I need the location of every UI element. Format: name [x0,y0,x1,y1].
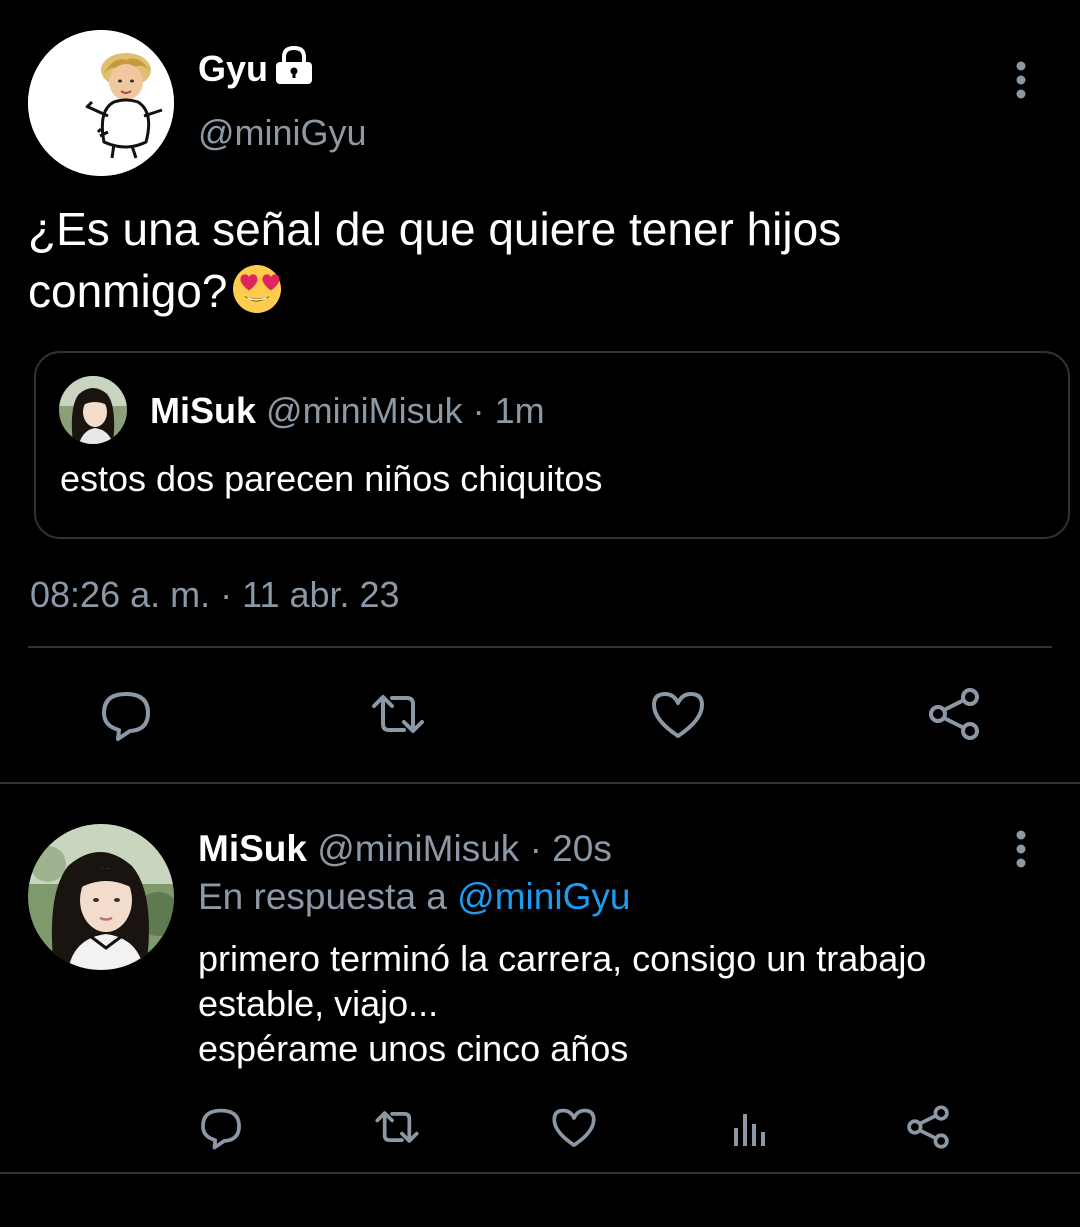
tweet-text-content: ¿Es una señal de que quiere tener hijos … [28,203,842,317]
lock-icon [272,45,316,85]
reply-text: primero terminó la carrera, consigo un t… [198,936,1058,1071]
divider [28,646,1052,648]
quoted-text: estos dos parecen niños chiquitos [60,458,603,499]
reply-author-avatar[interactable] [28,824,174,970]
reply-icon[interactable] [98,686,154,742]
author-avatar[interactable] [28,30,174,176]
replying-to-label: En respuesta a [198,876,447,917]
quoted-author-handle[interactable]: @miniMisuk [266,390,463,431]
like-icon[interactable] [650,686,706,742]
reply-text-line: estable, viajo... [198,983,439,1024]
replying-to-mention[interactable]: @miniGyu [457,876,630,917]
reply-icon[interactable] [198,1104,244,1150]
views-icon[interactable] [728,1106,774,1152]
reply-author-handle[interactable]: @miniMisuk [317,828,519,869]
retweet-icon[interactable] [374,1104,420,1150]
divider [0,1172,1080,1174]
quoted-time: · 1m [472,390,545,431]
quoted-header: MiSuk @miniMisuk · 1m [150,390,545,432]
reply-header: MiSuk @miniMisuk · 20s [198,828,612,870]
quoted-tweet[interactable] [34,351,1070,539]
quoted-author-avatar[interactable] [59,376,127,444]
author-name[interactable]: Gyu [198,48,268,90]
share-icon[interactable] [905,1104,951,1150]
quoted-author-name[interactable]: MiSuk [150,390,256,431]
reply-time: · 20s [529,828,612,869]
divider [0,782,1080,784]
share-icon[interactable] [926,686,982,742]
heart-eyes-emoji-icon [231,263,283,315]
reply-more-options-icon[interactable] [1015,829,1027,869]
reply-text-line: primero terminó la carrera, consigo un t… [198,938,927,979]
tweet-timestamp[interactable]: 08:26 a. m. · 11 abr. 23 [30,574,400,616]
more-options-icon[interactable] [1015,60,1027,100]
reply-author-name[interactable]: MiSuk [198,828,307,869]
replying-to: En respuesta a @miniGyu [198,876,630,918]
tweet-text: ¿Es una señal de que quiere tener hijos … [28,198,1048,322]
reply-text-line: espérame unos cinco años [198,1028,629,1069]
retweet-icon[interactable] [370,686,426,742]
author-handle[interactable]: @miniGyu [198,112,367,154]
like-icon[interactable] [551,1104,597,1150]
